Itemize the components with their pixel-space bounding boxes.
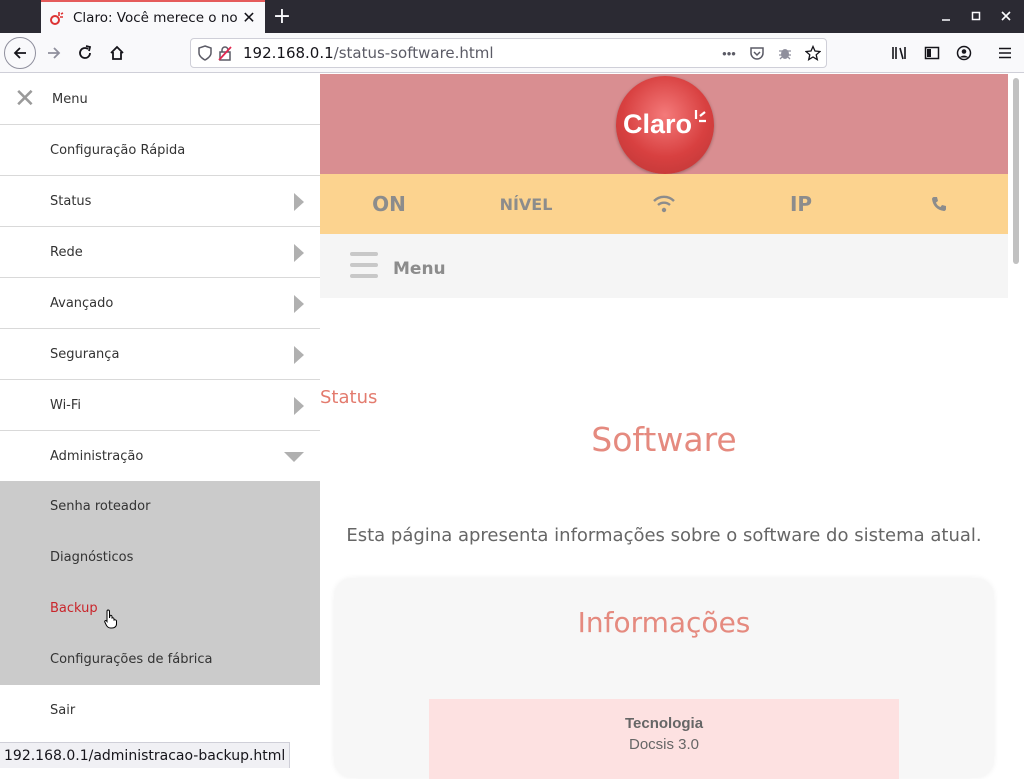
browser-nav-bar: 192.168.0.1/status-software.html ••• — [0, 33, 1024, 73]
submenu-item-backup[interactable]: Backup — [0, 583, 320, 634]
submenu-item-label: Senha roteador — [50, 499, 151, 514]
page-description: Esta página apresenta informações sobre … — [346, 525, 982, 546]
card-title: Informações — [577, 606, 751, 639]
app-menu-icon[interactable] — [991, 39, 1019, 67]
forward-icon[interactable] — [40, 39, 68, 67]
new-tab-icon[interactable]: + — [270, 4, 294, 29]
back-icon[interactable] — [4, 37, 36, 69]
more-actions-icon[interactable]: ••• — [719, 43, 739, 63]
menu-item-label: Administração — [50, 448, 144, 464]
menu-item-label: Avançado — [50, 295, 114, 311]
info-value: Docsis 3.0 — [628, 736, 700, 753]
submenu-item-configuracoes-de-fabrica[interactable]: Configurações de fábrica — [0, 634, 320, 685]
shield-icon[interactable] — [195, 43, 215, 63]
bug-icon[interactable] — [775, 43, 795, 63]
maximize-icon[interactable] — [966, 6, 986, 26]
menubar-label: Menu — [393, 259, 446, 279]
expand-arrow-icon — [294, 193, 304, 211]
menu-item-sair[interactable]: Sair — [0, 685, 320, 736]
submenu-item-label: Configurações de fábrica — [50, 652, 213, 667]
submenu-item-senha-roteador[interactable]: Senha roteador — [0, 481, 320, 532]
info-card: Informações Tecnologia Docsis 3.0 — [334, 578, 994, 779]
info-label: Tecnologia — [624, 715, 704, 732]
menu-item-wifi[interactable]: Wi-Fi — [0, 380, 320, 431]
side-menu: ✕ Menu Configuração Rápida Status Rede A… — [0, 74, 320, 768]
bookmark-star-icon[interactable] — [803, 43, 823, 63]
library-icon[interactable] — [886, 39, 914, 67]
claro-logo[interactable]: Claro — [616, 76, 714, 174]
close-menu-icon[interactable]: ✕ — [14, 86, 36, 112]
insecure-lock-icon[interactable] — [215, 43, 235, 63]
menu-item-label: Configuração Rápida — [50, 142, 186, 158]
home-icon[interactable] — [103, 39, 131, 67]
page-title: Software — [591, 420, 737, 459]
page-header: Claro — [320, 74, 1008, 174]
menu-item-label: Segurança — [50, 346, 120, 362]
status-on[interactable]: ON — [360, 174, 418, 234]
tab-title: Claro: Você merece o no — [73, 9, 238, 26]
status-level[interactable]: NÍVEL — [490, 174, 562, 234]
menu-item-avancado[interactable]: Avançado — [0, 278, 320, 329]
side-menu-title: Menu — [52, 91, 88, 107]
menu-item-seguranca[interactable]: Segurança — [0, 329, 320, 380]
page-scrollbar[interactable] — [1008, 74, 1024, 768]
minimize-icon[interactable] — [936, 6, 956, 26]
expand-arrow-icon — [294, 295, 304, 313]
menu-item-administracao[interactable]: Administração — [0, 431, 320, 482]
window-close-icon[interactable] — [996, 6, 1016, 26]
menu-item-label: Rede — [50, 244, 83, 260]
expand-arrow-icon — [294, 244, 304, 262]
scroll-thumb[interactable] — [1013, 78, 1019, 264]
browser-tab-bar: Claro: Você merece o no ✕ + — [0, 0, 1024, 33]
status-link-preview: 192.168.0.1/administracao-backup.html — [0, 742, 291, 768]
menu-item-status[interactable]: Status — [0, 176, 320, 227]
pocket-icon[interactable] — [747, 43, 767, 63]
side-menu-header: ✕ Menu — [0, 74, 320, 125]
hand-cursor-icon — [104, 609, 118, 629]
menu-item-label: Status — [50, 193, 92, 209]
phone-icon[interactable] — [926, 174, 952, 234]
menu-item-rede[interactable]: Rede — [0, 227, 320, 278]
content-menu-bar[interactable]: Menu — [320, 234, 1008, 298]
reload-icon[interactable] — [71, 39, 99, 67]
status-ip[interactable]: IP — [782, 174, 820, 234]
hamburger-icon[interactable] — [350, 252, 378, 278]
logo-rays-icon — [694, 110, 707, 123]
menu-item-configuracao-rapida[interactable]: Configuração Rápida — [0, 125, 320, 176]
wifi-icon[interactable] — [650, 174, 678, 234]
account-icon[interactable] — [950, 39, 978, 67]
breadcrumb[interactable]: Status — [320, 387, 377, 408]
menu-item-label: Wi-Fi — [50, 397, 82, 413]
menu-item-label: Sair — [50, 703, 76, 718]
claro-favicon-icon — [49, 10, 65, 26]
expand-arrow-icon — [294, 397, 304, 415]
tab-close-icon[interactable]: ✕ — [239, 8, 259, 28]
info-box: Tecnologia Docsis 3.0 — [429, 699, 899, 779]
submenu-item-label: Diagnósticos — [50, 550, 134, 565]
expand-arrow-icon — [294, 346, 304, 364]
status-bar: ON NÍVEL IP — [320, 174, 1008, 234]
submenu-item-label: Backup — [50, 601, 98, 616]
sidebar-icon[interactable] — [918, 39, 946, 67]
logo-text: Claro — [622, 108, 693, 139]
submenu-item-diagnosticos[interactable]: Diagnósticos — [0, 532, 320, 583]
url-bar[interactable]: 192.168.0.1/status-software.html ••• — [190, 38, 827, 68]
url-text: 192.168.0.1/status-software.html — [243, 44, 494, 62]
collapse-arrow-icon — [284, 452, 304, 462]
browser-tab[interactable]: Claro: Você merece o no ✕ — [41, 0, 265, 33]
